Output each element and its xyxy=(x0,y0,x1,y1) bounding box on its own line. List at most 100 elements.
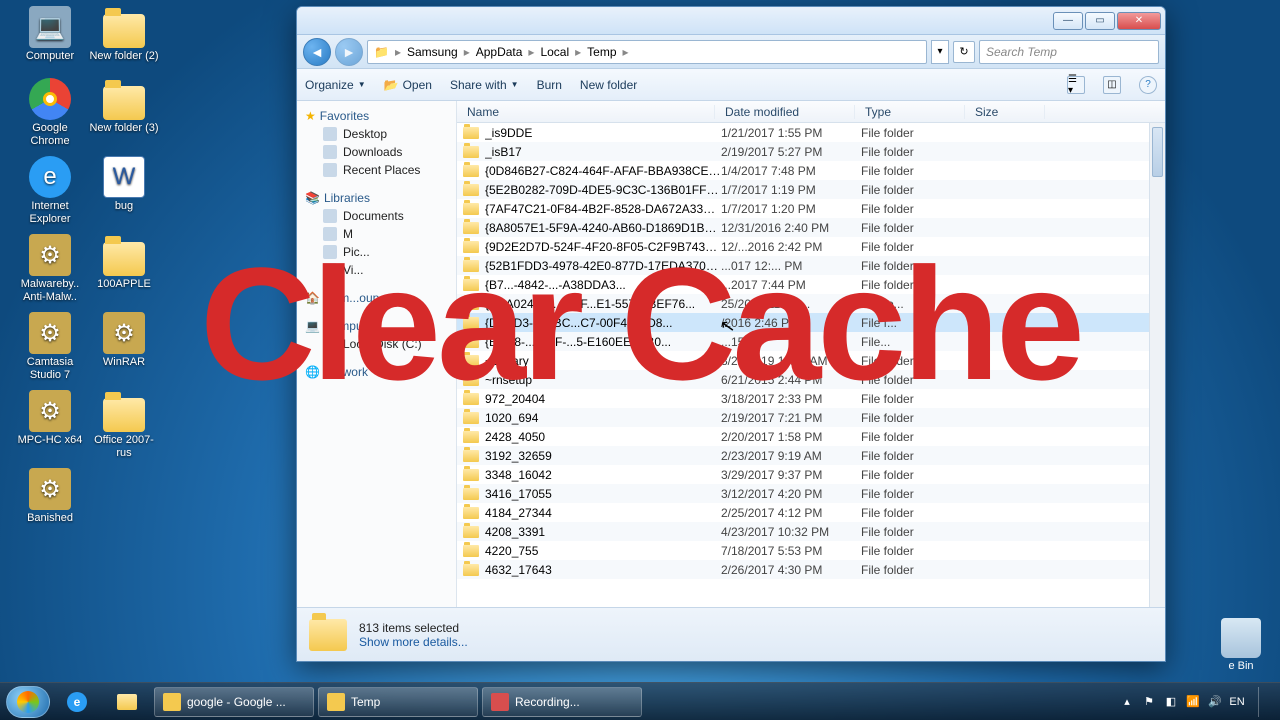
nav-pane[interactable]: ★Favorites Desktop Downloads Recent Plac… xyxy=(297,101,457,607)
help-button[interactable]: ? xyxy=(1139,76,1157,94)
tray-network-icon[interactable]: 📶 xyxy=(1186,695,1200,709)
nav-documents[interactable]: Documents xyxy=(297,207,456,225)
nav-recent[interactable]: Recent Places xyxy=(297,161,456,179)
crumb-0[interactable]: Samsung xyxy=(405,45,460,59)
crumb-1[interactable]: AppData xyxy=(474,45,525,59)
file-row[interactable]: 3416_170553/12/2017 4:20 PMFile folder xyxy=(457,484,1165,503)
desktop-icon-new-folder-3-[interactable]: New folder (3) xyxy=(88,78,160,135)
desktop-icon-camtasia-studio-7[interactable]: ⚙Camtasia Studio 7 xyxy=(14,312,86,382)
file-row[interactable]: ~rnsetup6/21/2015 2:44 PMFile folder xyxy=(457,370,1165,389)
open-button[interactable]: 📂Open xyxy=(384,78,432,92)
desktop-icon-100apple[interactable]: 100APPLE xyxy=(88,234,160,291)
file-row[interactable]: 4208_33914/23/2017 10:32 PMFile folder xyxy=(457,522,1165,541)
desktop-icon-winrar[interactable]: ⚙WinRAR xyxy=(88,312,160,369)
file-row[interactable]: {9D2E2D7D-524F-4F20-8F05-C2F9B7430B...12… xyxy=(457,237,1165,256)
file-row[interactable]: {E...F8-...446F-...5-E160EE0CB0......15 … xyxy=(457,332,1165,351)
nav-videos[interactable]: Vi... xyxy=(297,261,456,279)
share-menu[interactable]: Share with ▼ xyxy=(450,78,519,92)
pinned-explorer[interactable] xyxy=(104,687,150,717)
history-dropdown[interactable]: ▾ xyxy=(931,40,949,64)
file-row[interactable]: 2428_40502/20/2017 1:58 PMFile folder xyxy=(457,427,1165,446)
minimize-button[interactable]: — xyxy=(1053,12,1083,30)
scrollbar[interactable] xyxy=(1149,123,1165,607)
desktop-icon-malwareby-anti-malw-[interactable]: ⚙Malwareby.. Anti-Malw.. xyxy=(14,234,86,304)
desktop-icon-bug[interactable]: Wbug xyxy=(88,156,160,213)
breadcrumb[interactable]: 📁 ▸ Samsung▸ AppData▸ Local▸ Temp▸ xyxy=(367,40,927,64)
file-row[interactable]: {5E2B0282-709D-4DE5-9C3C-136B01FF2F...1/… xyxy=(457,180,1165,199)
view-mode-button[interactable]: ☰ ▾ xyxy=(1067,76,1085,94)
tray-app-icon[interactable]: ◧ xyxy=(1164,695,1178,709)
crumb-2[interactable]: Local xyxy=(538,45,571,59)
desktop-icon-internet-explorer[interactable]: eInternet Explorer xyxy=(14,156,86,226)
recycle-bin[interactable]: e Bin xyxy=(1210,618,1272,672)
search-input[interactable]: Search Temp xyxy=(979,40,1159,64)
desktop-icon-computer[interactable]: 💻Computer xyxy=(14,6,86,63)
preview-pane-button[interactable]: ◫ xyxy=(1103,76,1121,94)
show-more-link[interactable]: Show more details... xyxy=(359,635,468,649)
taskbar[interactable]: e google - Google ...TempRecording... ▴ … xyxy=(0,682,1280,720)
computer-header[interactable]: 💻 Computer xyxy=(297,317,456,335)
col-date[interactable]: Date modified xyxy=(715,105,855,119)
desktop-icon-mpc-hc-x64[interactable]: ⚙MPC-HC x64 xyxy=(14,390,86,447)
file-row[interactable]: {8A8057E1-5F9A-4240-AB60-D1869D1B3...12/… xyxy=(457,218,1165,237)
desktop-icon-office-2007-rus[interactable]: Office 2007-rus xyxy=(88,390,160,460)
nav-pictures[interactable]: Pic... xyxy=(297,243,456,261)
tray-lang-icon[interactable]: EN xyxy=(1230,695,1244,709)
toolbar: Organize ▼ 📂Open Share with ▼ Burn New f… xyxy=(297,69,1165,101)
nav-downloads[interactable]: Downloads xyxy=(297,143,456,161)
file-row[interactable]: {CAA024D3-...-46F...E1-55703BEF76...25/2… xyxy=(457,294,1165,313)
forward-button[interactable]: ► xyxy=(335,38,363,66)
nav-localdisk[interactable]: Local Disk (C:) xyxy=(297,335,456,353)
file-row[interactable]: ~Library8/22/2019 11:39 AMFile folder xyxy=(457,351,1165,370)
tray-up-icon[interactable]: ▴ xyxy=(1120,695,1134,709)
close-button[interactable]: ✕ xyxy=(1117,12,1161,30)
col-size[interactable]: Size xyxy=(965,105,1045,119)
file-row[interactable]: 972_204043/18/2017 2:33 PMFile folder xyxy=(457,389,1165,408)
libraries-header[interactable]: 📚 Libraries xyxy=(297,189,456,207)
newfolder-button[interactable]: New folder xyxy=(580,78,637,92)
start-button[interactable] xyxy=(6,686,50,718)
taskbar-button-0[interactable]: google - Google ... xyxy=(154,687,314,717)
file-row[interactable]: {7AF47C21-0F84-4B2F-8528-DA672A3366...1/… xyxy=(457,199,1165,218)
file-row[interactable]: 3192_326592/23/2017 9:19 AMFile folder xyxy=(457,446,1165,465)
desktop-icon-google-chrome[interactable]: Google Chrome xyxy=(14,78,86,148)
show-desktop-button[interactable] xyxy=(1258,687,1270,717)
organize-menu[interactable]: Organize ▼ xyxy=(305,78,366,92)
nav-desktop[interactable]: Desktop xyxy=(297,125,456,143)
crumb-3[interactable]: Temp xyxy=(585,45,618,59)
folder-icon xyxy=(463,507,479,519)
file-row[interactable]: 4184_273442/25/2017 4:12 PMFile folder xyxy=(457,503,1165,522)
homegroup-header[interactable]: 🏠 Hom...oup xyxy=(297,289,456,307)
file-row[interactable]: {DF...D3-...-4BC...C7-00F4553D8.../2016 … xyxy=(457,313,1165,332)
file-row[interactable]: 4220_7557/18/2017 5:53 PMFile folder xyxy=(457,541,1165,560)
maximize-button[interactable]: ▭ xyxy=(1085,12,1115,30)
refresh-button[interactable]: ↻ xyxy=(953,41,975,63)
nav-music[interactable]: M xyxy=(297,225,456,243)
file-row[interactable]: {52B1FDD3-4978-42E0-877D-17EDA370EA.....… xyxy=(457,256,1165,275)
back-button[interactable]: ◄ xyxy=(303,38,331,66)
titlebar[interactable]: — ▭ ✕ xyxy=(297,7,1165,35)
file-row[interactable]: _isB172/19/2017 5:27 PMFile folder xyxy=(457,142,1165,161)
desktop-icon-banished[interactable]: ⚙Banished xyxy=(14,468,86,525)
taskbar-button-1[interactable]: Temp xyxy=(318,687,478,717)
col-type[interactable]: Type xyxy=(855,105,965,119)
tray-volume-icon[interactable]: 🔊 xyxy=(1208,695,1222,709)
file-row[interactable]: _is9DDE1/21/2017 1:55 PMFile folder xyxy=(457,123,1165,142)
scroll-thumb[interactable] xyxy=(1152,127,1163,177)
file-row[interactable]: {0D846B27-C824-464F-AFAF-BBA938CE4...1/4… xyxy=(457,161,1165,180)
favorites-header[interactable]: ★Favorites xyxy=(297,107,456,125)
burn-button[interactable]: Burn xyxy=(537,78,562,92)
column-headers[interactable]: Name Date modified Type Size xyxy=(457,101,1165,123)
taskbar-button-2[interactable]: Recording... xyxy=(482,687,642,717)
file-row[interactable]: 3348_160423/29/2017 9:37 PMFile folder xyxy=(457,465,1165,484)
folder-icon xyxy=(463,526,479,538)
network-header[interactable]: 🌐 Network xyxy=(297,363,456,381)
col-name[interactable]: Name xyxy=(457,105,715,119)
desktop-icon-new-folder-2-[interactable]: New folder (2) xyxy=(88,6,160,63)
file-row[interactable]: 1020_6942/19/2017 7:21 PMFile folder xyxy=(457,408,1165,427)
tray-flag-icon[interactable]: ⚑ xyxy=(1142,695,1156,709)
file-row[interactable]: 4632_176432/26/2017 4:30 PMFile folder xyxy=(457,560,1165,579)
file-row[interactable]: {B7...-4842-...-A38DDA3......2017 7:44 P… xyxy=(457,275,1165,294)
pinned-ie[interactable]: e xyxy=(54,687,100,717)
system-tray[interactable]: ▴ ⚑ ◧ 📶 🔊 EN xyxy=(1120,687,1274,717)
